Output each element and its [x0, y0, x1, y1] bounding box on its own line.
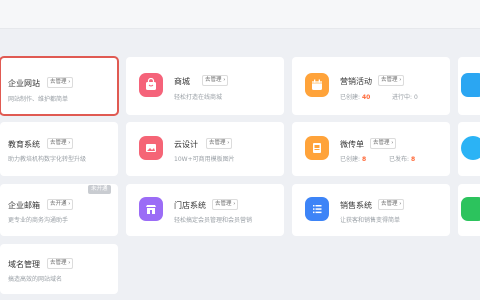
- manage-link[interactable]: 去管理 ›: [47, 77, 74, 88]
- card-title: 商城: [174, 77, 190, 86]
- stat-created: 已创建: 40: [340, 94, 371, 101]
- card-micro-flyer[interactable]: 微传单 去管理 › 已创建: 8 已发布: 8: [292, 122, 450, 176]
- card-title: 企业网站: [8, 79, 40, 88]
- card-title: 企业邮箱: [8, 201, 40, 210]
- manage-link[interactable]: 去管理 ›: [47, 138, 74, 149]
- image-icon: [139, 136, 163, 160]
- card-desc: 轻松搞定会员管理和会员营销: [174, 217, 253, 224]
- manage-link[interactable]: 去管理 ›: [378, 75, 405, 86]
- store-icon: [139, 197, 163, 221]
- card-sales-system[interactable]: 销售系统 去管理 › 让获客和销售变得简单: [292, 184, 450, 236]
- card-partial-1[interactable]: [458, 57, 480, 115]
- list-icon: [305, 197, 329, 221]
- manage-link[interactable]: 去管理 ›: [378, 199, 405, 210]
- card-marketing[interactable]: 营销活动 去管理 › 已创建: 40 进行中: 0: [292, 57, 450, 115]
- card-mall[interactable]: 商城 去管理 › 轻松打造在线商城: [126, 57, 284, 115]
- card-desc: 更专业的商务沟通助手: [8, 217, 69, 224]
- card-title: 教育系统: [8, 140, 40, 149]
- card-education[interactable]: 教育系统 去管理 › 助力教培机构数字化转型升级: [0, 122, 118, 176]
- card-partial-2[interactable]: [458, 122, 480, 176]
- card-title: 云设计: [174, 140, 198, 149]
- card-title: 营销活动: [340, 77, 372, 86]
- manage-link[interactable]: 去管理 ›: [370, 138, 397, 149]
- card-desc: 搞造高效的网站域名: [8, 276, 63, 283]
- app-icon: [461, 197, 480, 221]
- card-title: 门店系统: [174, 201, 206, 210]
- card-desc: 轻松打造在线商城: [174, 94, 223, 101]
- stat-running: 进行中: 0: [392, 94, 418, 101]
- card-title: 微传单: [340, 140, 364, 149]
- app-icon: [461, 73, 480, 97]
- app-icon: [461, 136, 480, 160]
- calendar-icon: [305, 73, 329, 97]
- card-desc: 10W+可商用模板图片: [174, 156, 235, 163]
- document-icon: [305, 136, 329, 160]
- card-desc: 让获客和销售变得简单: [340, 217, 401, 224]
- card-partial-3[interactable]: [458, 184, 480, 236]
- manage-link[interactable]: 去管理 ›: [202, 75, 229, 86]
- top-bar: [0, 0, 480, 29]
- status-badge: 未开通: [88, 185, 111, 194]
- card-store-system[interactable]: 门店系统 去管理 › 轻松搞定会员管理和会员营销: [126, 184, 284, 236]
- manage-link[interactable]: 去管理 ›: [206, 138, 233, 149]
- card-desc: 网站制作、维护都简单: [8, 96, 69, 103]
- manage-link[interactable]: 去管理 ›: [47, 258, 74, 269]
- card-title: 销售系统: [340, 201, 372, 210]
- card-cloud-design[interactable]: 云设计 去管理 › 10W+可商用模板图片: [126, 122, 284, 176]
- stat-published: 已发布: 8: [389, 156, 416, 163]
- card-title: 域名管理: [8, 260, 40, 269]
- manage-link[interactable]: 去管理 ›: [212, 199, 239, 210]
- shopping-bag-icon: [139, 73, 163, 97]
- card-desc: 助力教培机构数字化转型升级: [8, 156, 87, 163]
- stat-created: 已创建: 8: [340, 156, 367, 163]
- card-domain-management[interactable]: 域名管理 去管理 › 搞造高效的网站域名: [0, 244, 118, 294]
- card-enterprise-mail[interactable]: 未开通 企业邮箱 去开通 › 更专业的商务沟通助手: [0, 184, 118, 236]
- card-enterprise-site[interactable]: 企业网站 去管理 › 网站制作、维护都简单: [0, 56, 119, 116]
- activate-link[interactable]: 去开通 ›: [47, 199, 74, 210]
